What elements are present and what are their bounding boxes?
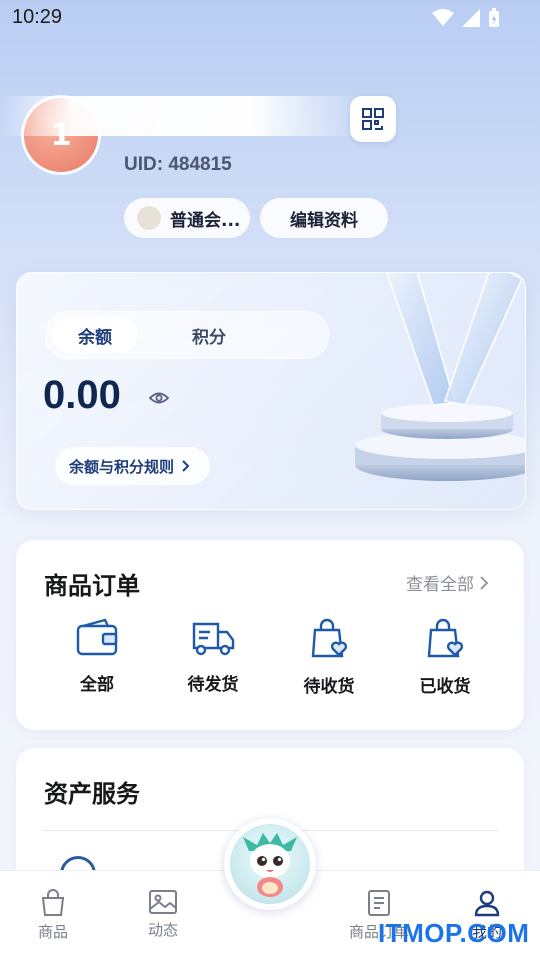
order-all[interactable]: 全部 [42,618,152,695]
order-received-label: 已收货 [419,677,471,697]
orders-card: 商品订单 查看全部 全部 待发货 待收货 已收货 [16,540,524,730]
tab-products-label: 商品 [37,923,68,941]
balance-amount: 0.00 [43,373,121,417]
bag-heart-icon [427,618,464,658]
mascot-fab-button[interactable] [224,818,316,910]
mascot-icon [230,824,310,904]
order-to-ship[interactable]: 待发货 [158,618,268,695]
order-to-receive[interactable]: 待收货 [274,618,384,697]
balance-rules-label: 余额与积分规则 [69,457,175,476]
tab-points[interactable]: 积分 [166,317,252,353]
bag-heart-icon [311,618,348,658]
status-bar: 10:29 [0,0,540,36]
qr-code-button[interactable] [350,96,396,142]
tab-balance[interactable]: 余额 [52,317,138,353]
signal-icon [462,9,480,27]
balance-points-toggle: 余额 积分 [45,311,329,359]
eye-icon[interactable] [149,391,169,405]
view-all-label: 查看全部 [406,575,474,595]
nickname-redacted [0,96,360,136]
truck-icon [192,622,235,656]
shopping-bag-icon [41,889,65,916]
wallet-card: 余额 积分 0.00 余额与积分规则 [16,272,526,510]
edit-profile-button[interactable]: 编辑资料 [260,198,388,238]
order-received[interactable]: 已收货 [390,618,500,697]
user-icon [474,890,500,917]
member-level-label: 普通会... [170,210,241,231]
status-icons [432,8,500,28]
tab-feed[interactable]: 动态 [118,889,208,940]
member-level-chip[interactable]: 普通会... [124,198,250,238]
orders-title: 商品订单 [44,572,140,600]
member-badge-icon [136,205,162,231]
crystal-trophy-illustration [355,273,525,481]
edit-profile-label: 编辑资料 [290,210,358,231]
wifi-icon [432,9,454,26]
order-to-ship-label: 待发货 [187,675,239,695]
assets-title: 资产服务 [44,780,140,808]
qr-code-icon [362,108,384,130]
document-icon [368,890,390,916]
tab-products[interactable]: 商品 [8,889,98,942]
status-time: 10:29 [12,6,63,28]
wallet-icon [76,618,118,656]
tab-feed-label: 动态 [147,921,178,939]
chevron-right-icon [182,460,190,472]
watermark-text: ITMOP.COM [378,918,530,948]
order-all-label: 全部 [80,675,114,695]
view-all-orders-link[interactable]: 查看全部 [406,570,488,595]
balance-rules-link[interactable]: 余额与积分规则 [55,447,211,485]
chevron-right-icon [480,575,488,590]
image-icon [149,890,177,914]
user-id: UID: 484815 [124,154,232,175]
order-to-receive-label: 待收货 [303,677,355,697]
battery-icon [489,8,499,27]
